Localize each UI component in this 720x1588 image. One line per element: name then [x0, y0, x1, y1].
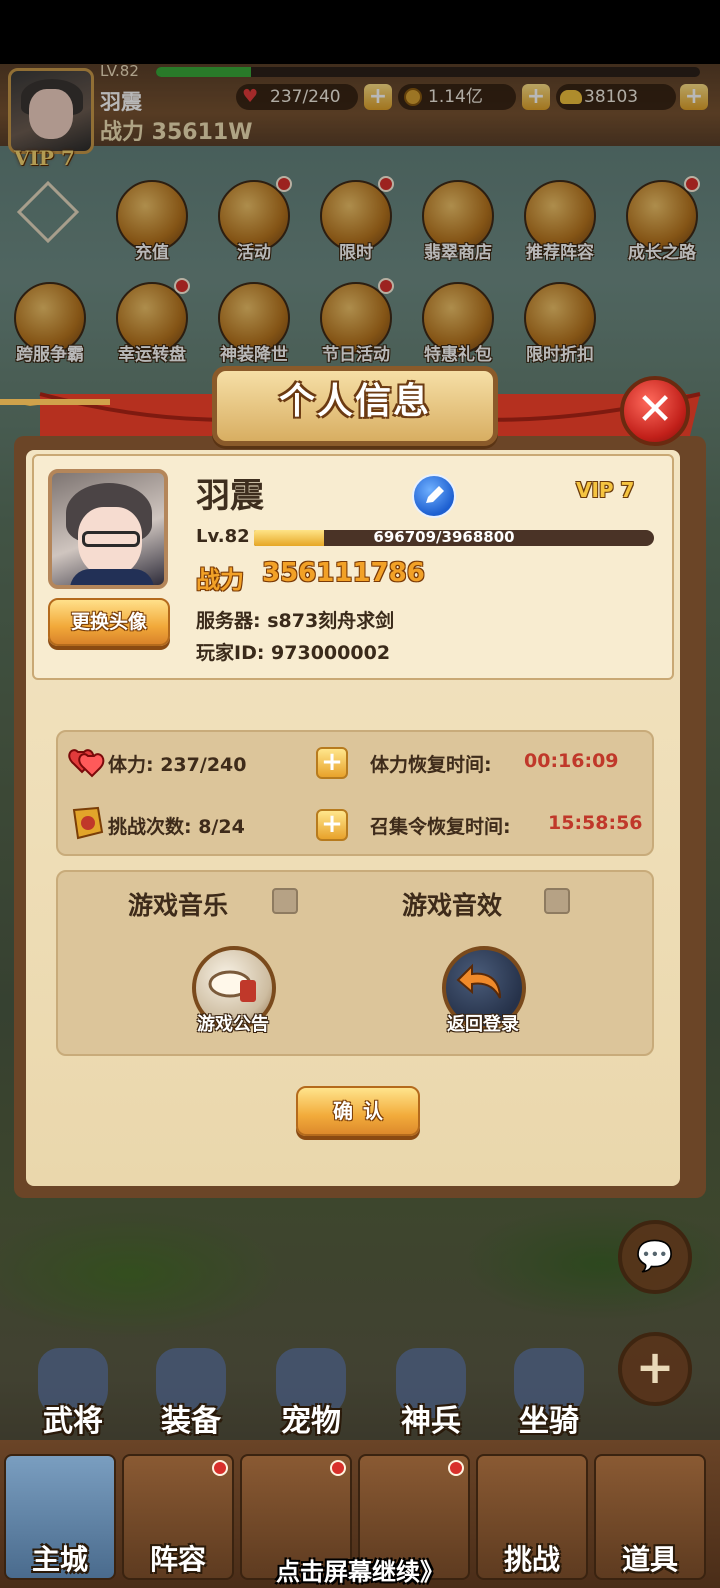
- edit-name-button[interactable]: [412, 474, 456, 518]
- expand-plus-button[interactable]: +: [618, 1332, 692, 1406]
- stamina-recover-time: 00:16:09: [524, 750, 619, 772]
- xp-text: 696709/3968800: [373, 528, 515, 546]
- stamina-label: 体力: 237/240: [108, 754, 247, 776]
- lower-nav-label: 宠物: [281, 1404, 341, 1439]
- player-name: 羽震: [196, 476, 264, 516]
- music-label: 游戏音乐: [128, 891, 229, 920]
- server-info: 服务器: s873刻舟求剑: [196, 610, 395, 632]
- stamina-add-button[interactable]: +: [316, 747, 348, 779]
- sfx-label: 游戏音效: [402, 891, 503, 920]
- notification-dot: [212, 1460, 228, 1476]
- notice-label: 游戏公告: [197, 1014, 269, 1035]
- player-id: 玩家ID: 973000002: [196, 642, 391, 664]
- notification-dot: [330, 1460, 346, 1476]
- music-checkbox[interactable]: [272, 888, 298, 914]
- vip-badge: VIP 7: [576, 478, 635, 502]
- confirm-button[interactable]: 确认: [296, 1086, 420, 1136]
- challenge-count-label: 挑战次数: 8/24: [108, 816, 245, 838]
- combat-power-label: 战力: [196, 566, 244, 594]
- dialog-title: 个人信息: [278, 381, 431, 422]
- summon-recover-time: 15:58:56: [548, 812, 643, 834]
- notification-dot: [448, 1460, 464, 1476]
- lower-nav-label: 神兵: [401, 1404, 461, 1439]
- change-avatar-button[interactable]: 更换头像: [48, 598, 170, 646]
- summon-recover-label: 召集令恢复时间:: [370, 816, 511, 838]
- pencil-icon: [426, 486, 444, 503]
- challenge-token-icon: [68, 806, 104, 840]
- close-button[interactable]: ✕: [620, 376, 690, 446]
- lower-nav-label: 武将: [43, 1404, 103, 1439]
- stamina-recover-label: 体力恢复时间:: [370, 754, 492, 776]
- challenge-add-button[interactable]: +: [316, 809, 348, 841]
- lower-nav-label: 坐骑: [519, 1404, 579, 1439]
- player-avatar: [48, 469, 168, 589]
- chat-button[interactable]: 💬: [618, 1220, 692, 1294]
- tap-to-continue-hint[interactable]: 点击屏幕继续》: [0, 1552, 720, 1587]
- lower-nav-label: 装备: [161, 1404, 221, 1439]
- stamina-hearts-icon: [68, 746, 105, 778]
- level-label: Lv.82: [196, 526, 250, 547]
- sfx-checkbox[interactable]: [544, 888, 570, 914]
- combat-power-value: 356111786: [262, 558, 425, 588]
- game-scene[interactable]: VIP 7 LV.82 羽震 战力 35611W ♥ 237/240 + 1.1…: [0, 64, 720, 1588]
- chat-bubble-icon: 💬: [636, 1239, 674, 1274]
- back-to-login-label: 返回登录: [447, 1014, 519, 1035]
